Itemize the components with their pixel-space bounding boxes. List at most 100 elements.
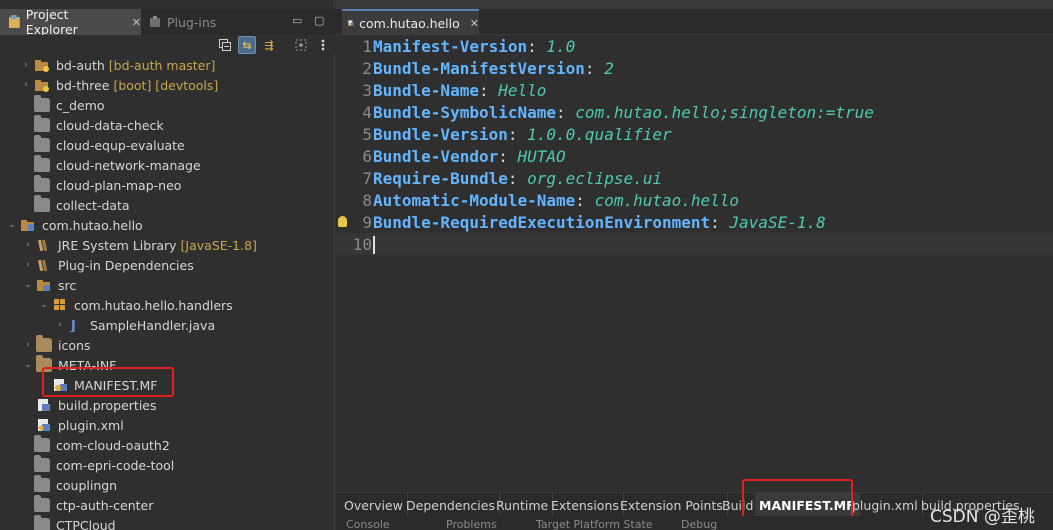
tree-item[interactable]: build.properties bbox=[22, 395, 157, 415]
tree-item[interactable]: cloud-network-manage bbox=[20, 155, 201, 175]
tab-project-explorer-label: Project Explorer bbox=[25, 7, 78, 37]
tree-item[interactable]: com-epri-code-tool bbox=[20, 455, 174, 475]
folder-icon bbox=[34, 95, 50, 112]
line-number-text: 9 bbox=[362, 212, 372, 232]
tab-extensions[interactable]: Extensions bbox=[547, 493, 624, 517]
code-line: 5 Bundle-Version: 1.0.0.qualifier bbox=[336, 123, 1053, 145]
manifest-key: Bundle-Name bbox=[373, 80, 479, 100]
focus-icon[interactable] bbox=[292, 36, 310, 54]
lightbulb-icon[interactable] bbox=[338, 215, 347, 227]
separator: : bbox=[527, 36, 547, 56]
tree-item[interactable]: c_demo bbox=[20, 95, 105, 115]
folder-icon bbox=[34, 515, 50, 530]
tree-item[interactable]: › bd-three [boot] [devtools] bbox=[20, 75, 218, 95]
chevron-right-icon[interactable]: › bbox=[22, 240, 34, 250]
tab-extension-points[interactable]: Extension Points bbox=[616, 493, 728, 517]
tree-item-label: com.hutao.hello bbox=[42, 217, 143, 233]
tree-item-label: cloud-equp-evaluate bbox=[56, 137, 185, 153]
tree-item[interactable]: collect-data bbox=[20, 195, 130, 215]
chevron-right-icon[interactable]: › bbox=[20, 80, 32, 90]
editor-tabbar: com.hutao.hello ✕ bbox=[336, 9, 1053, 35]
tree-item-label: icons bbox=[58, 337, 91, 353]
explorer-tabbar: Project Explorer ✕ Plug-ins ▭ ▢ bbox=[0, 7, 335, 37]
tree-item[interactable]: com-cloud-oauth2 bbox=[20, 435, 170, 455]
tab-plugin-xml[interactable]: plugin.xml bbox=[848, 493, 923, 517]
tree-item[interactable]: plugin.xml bbox=[22, 415, 124, 435]
editor-top-toolbar bbox=[336, 0, 1053, 9]
tab-console[interactable]: Console bbox=[346, 518, 390, 530]
line-number: 8 bbox=[362, 190, 372, 210]
tree-item[interactable]: couplingn bbox=[20, 475, 117, 495]
tree-item[interactable]: › icons bbox=[22, 335, 90, 355]
tab-com-hutao-hello[interactable]: com.hutao.hello ✕ bbox=[342, 9, 479, 35]
tree-item-label: collect-data bbox=[56, 197, 130, 213]
line-number: 5 bbox=[362, 124, 372, 144]
maximize-icon[interactable]: ▢ bbox=[314, 14, 324, 27]
tree-item-label: build.properties bbox=[58, 397, 157, 413]
line-number: 10 bbox=[352, 234, 372, 254]
chevron-right-icon[interactable]: › bbox=[22, 340, 34, 350]
text-caret bbox=[373, 235, 375, 254]
tree-item-label: Plug-in Dependencies bbox=[58, 257, 194, 273]
manifest-value: org.eclipse.ui bbox=[527, 168, 662, 188]
tab-runtime[interactable]: Runtime bbox=[492, 493, 554, 517]
tree-item[interactable]: ⌄ com.hutao.hello bbox=[6, 215, 143, 235]
filter-icon[interactable]: ⇶ bbox=[260, 36, 278, 54]
chevron-down-icon[interactable]: ⌄ bbox=[6, 220, 18, 230]
code-line: 9 Bundle-RequiredExecutionEnvironment: J… bbox=[336, 211, 1053, 233]
tree-item[interactable]: cloud-plan-map-neo bbox=[20, 175, 181, 195]
java-file-icon: J bbox=[68, 318, 84, 334]
tab-target-platform-state[interactable]: Target Platform State bbox=[536, 518, 653, 530]
tab-problems[interactable]: Problems bbox=[446, 518, 497, 530]
plugin-manifest-icon bbox=[348, 20, 354, 26]
chevron-down-icon[interactable]: ⌄ bbox=[38, 300, 50, 310]
code-area[interactable]: 1 Manifest-Version: 1.0 2 Bundle-Manifes… bbox=[336, 35, 1053, 485]
link-with-editor-icon[interactable]: ⇆ bbox=[238, 36, 256, 54]
tree-item[interactable]: cloud-equp-evaluate bbox=[20, 135, 185, 155]
project-explorer-icon bbox=[8, 15, 20, 28]
chevron-right-icon[interactable]: › bbox=[20, 60, 32, 70]
tree-item[interactable]: ⌄ src bbox=[22, 275, 76, 295]
project-git-icon bbox=[34, 78, 50, 92]
tab-project-explorer[interactable]: Project Explorer ✕ bbox=[0, 7, 141, 37]
view-menu-icon[interactable] bbox=[314, 36, 332, 54]
tab-plug-ins[interactable]: Plug-ins bbox=[143, 9, 231, 35]
project-explorer-pane: Project Explorer ✕ Plug-ins ▭ ▢ ⇆ ⇶ › bd… bbox=[0, 0, 335, 530]
chevron-right-icon[interactable]: › bbox=[54, 320, 66, 330]
folder-icon bbox=[34, 115, 50, 132]
folder-icon bbox=[34, 155, 50, 172]
tab-dependencies[interactable]: Dependencies bbox=[402, 493, 500, 517]
tab-debug[interactable]: Debug bbox=[681, 518, 717, 530]
chevron-right-icon[interactable]: › bbox=[22, 260, 34, 270]
code-line: 4 Bundle-SymbolicName: com.hutao.hello;s… bbox=[336, 101, 1053, 123]
close-icon[interactable]: ✕ bbox=[132, 16, 141, 29]
tab-overview[interactable]: Overview bbox=[340, 493, 408, 517]
tree-item[interactable]: › J SampleHandler.java bbox=[54, 315, 215, 335]
tree-item-decoration: [boot] [devtools] bbox=[113, 77, 219, 93]
code-line: 8 Automatic-Module-Name: com.hutao.hello bbox=[336, 189, 1053, 211]
highlight-box bbox=[742, 479, 853, 519]
tree-item[interactable]: › JRE System Library [JavaSE-1.8] bbox=[22, 235, 257, 255]
close-icon[interactable]: ✕ bbox=[470, 17, 479, 30]
tree-item[interactable]: ⌄ com.hutao.hello.handlers bbox=[38, 295, 232, 315]
collapse-all-icon[interactable] bbox=[216, 36, 234, 54]
tree-item[interactable]: › Plug-in Dependencies bbox=[22, 255, 194, 275]
tree-item[interactable]: CTPCloud bbox=[20, 515, 116, 530]
tree-item-label: cloud-network-manage bbox=[56, 157, 201, 173]
code-line: 6 Bundle-Vendor: HUTAO bbox=[336, 145, 1053, 167]
minimize-icon[interactable]: ▭ bbox=[292, 14, 302, 27]
code-line: 2 Bundle-ManifestVersion: 2 bbox=[336, 57, 1053, 79]
tree-item[interactable]: › bd-auth [bd-auth master] bbox=[20, 55, 215, 75]
line-number: 7 bbox=[362, 168, 372, 188]
tree-item[interactable]: ctp-auth-center bbox=[20, 495, 153, 515]
tree-item-label: src bbox=[58, 277, 77, 293]
chevron-down-icon[interactable]: ⌄ bbox=[22, 280, 34, 290]
tree-item-label: com-epri-code-tool bbox=[56, 457, 175, 473]
tree-item[interactable]: cloud-data-check bbox=[20, 115, 164, 135]
line-number: 2 bbox=[362, 58, 372, 78]
plugins-icon bbox=[150, 16, 160, 27]
separator: : bbox=[498, 146, 518, 166]
chevron-down-icon[interactable]: ⌄ bbox=[22, 360, 34, 370]
manifest-value: Hello bbox=[498, 80, 547, 100]
tree-item-label: bd-auth bbox=[56, 57, 105, 73]
